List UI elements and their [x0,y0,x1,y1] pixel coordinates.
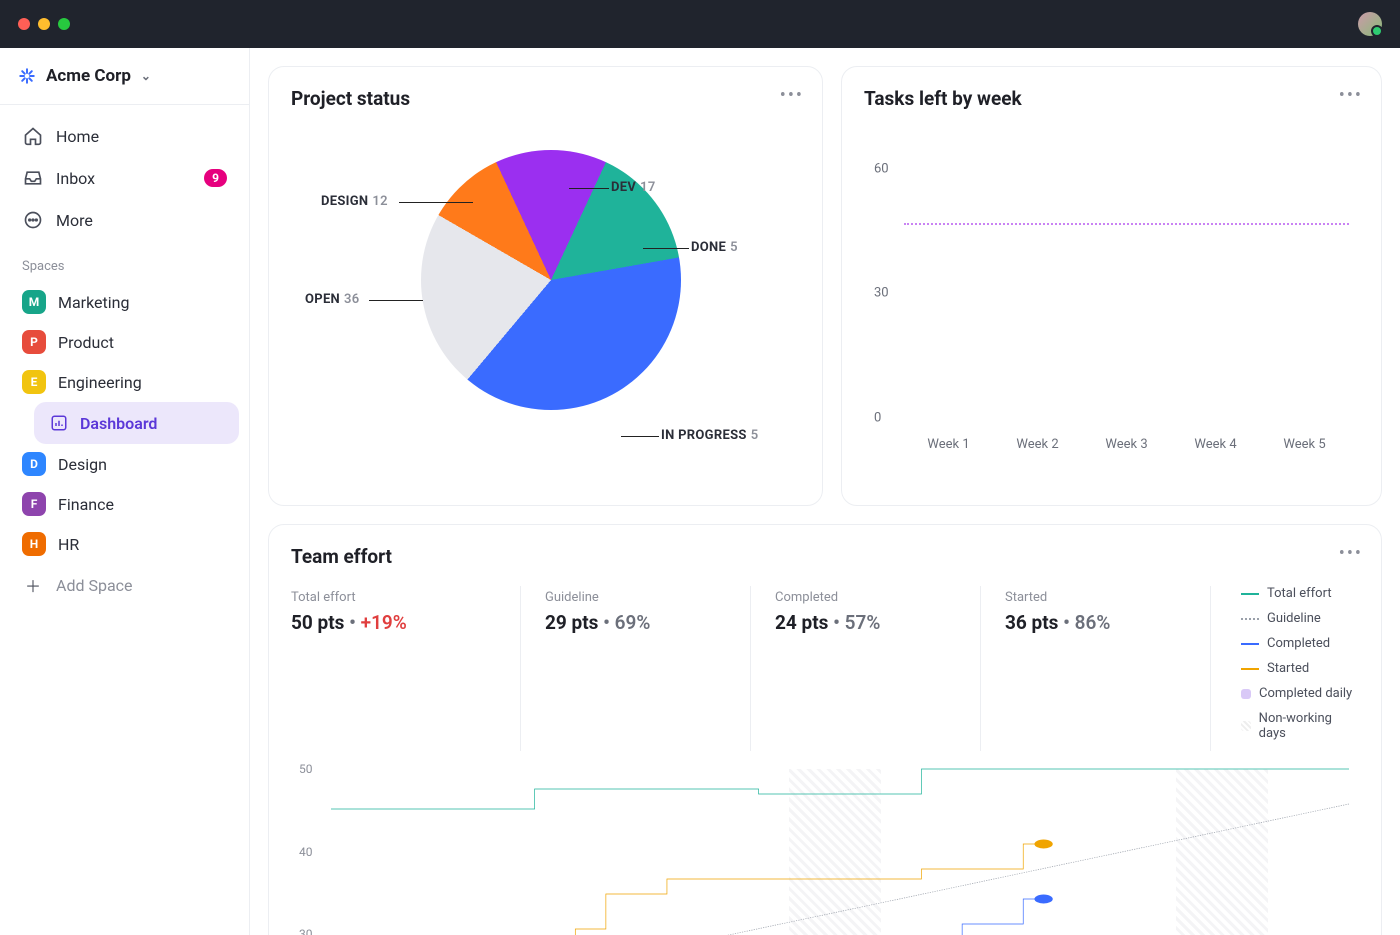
nav-more-label: More [56,211,93,230]
legend-item: Non-working days [1259,711,1359,741]
sidebar-subitem-dashboard[interactable]: Dashboard [34,402,239,444]
metric-completed: Completed 24 pts • 57% [751,586,981,751]
metric-delta: +19% [361,611,407,634]
space-label: Product [58,333,114,352]
legend-item: Completed [1267,636,1330,651]
workspace-name: Acme Corp [46,66,131,86]
y-tick: 0 [874,411,881,426]
dashboard-icon [48,412,70,434]
space-avatar: E [22,370,46,394]
card-more-button[interactable]: ••• [1339,543,1363,564]
chevron-down-icon: ⌄ [141,69,151,83]
effort-line-chart: 50 40 30 20 [291,769,1359,935]
space-avatar: P [22,330,46,354]
pie-label-done: DONE5 [691,240,738,255]
space-label: Design [58,455,107,474]
y-tick: 30 [874,286,889,301]
sidebar-item-marketing[interactable]: M Marketing [10,282,239,322]
card-more-button[interactable]: ••• [780,85,804,106]
space-avatar: F [22,492,46,516]
sidebar-item-hr[interactable]: H HR [10,524,239,564]
metric-started: Started 36 pts • 86% [981,586,1211,751]
card-more-button[interactable]: ••• [1339,85,1363,106]
y-tick: 30 [299,927,313,935]
sidebar-item-engineering[interactable]: E Engineering [10,362,239,402]
nav-inbox[interactable]: Inbox 9 [10,157,239,199]
metric-label: Guideline [545,590,726,605]
card-team-effort: Team effort ••• Total effort 50 pts • +1… [268,524,1382,935]
more-icon [22,209,44,231]
legend-item: Completed daily [1259,686,1352,701]
titlebar [0,0,1400,48]
y-tick: 50 [299,762,313,776]
y-tick: 40 [299,845,313,859]
maximize-window-icon[interactable] [58,18,70,30]
home-icon [22,125,44,147]
workspace-switcher[interactable]: Acme Corp ⌄ [0,48,249,105]
sidebar-subitem-label: Dashboard [80,414,157,433]
metric-value: 29 pts [545,611,598,634]
legend-item: Guideline [1267,611,1321,626]
y-tick: 60 [874,161,889,176]
metric-label: Completed [775,590,956,605]
space-avatar: H [22,532,46,556]
pie-chart: DEV17 DONE5 IN PROGRESS5 DESIGN12 OPEN36 [291,110,800,470]
nav-more[interactable]: More [10,199,239,241]
space-label: Marketing [58,293,129,312]
space-label: Engineering [58,373,142,392]
metric-guideline: Guideline 29 pts • 69% [521,586,751,751]
window-controls [18,18,70,30]
metric-sub: 57% [845,611,881,634]
minimize-window-icon[interactable] [38,18,50,30]
user-avatar[interactable] [1358,12,1382,36]
inbox-icon [22,167,44,189]
sidebar: Acme Corp ⌄ Home Inbox 9 More Spaces M M… [0,48,250,935]
metric-value: 36 pts [1005,611,1058,634]
sidebar-item-product[interactable]: P Product [10,322,239,362]
legend-item: Started [1267,661,1309,676]
pie-label-dev: DEV17 [611,180,656,195]
card-title: Project status [291,87,800,110]
workspace-logo-icon [18,67,36,85]
space-avatar: D [22,452,46,476]
main-content: Project status ••• DEV17 DONE5 IN PROGRE… [250,48,1400,935]
effort-legend: Total effort Guideline Completed Started… [1211,586,1359,751]
metric-value: 50 pts [291,611,344,634]
metric-total-effort: Total effort 50 pts • +19% [291,586,521,751]
space-label: Finance [58,495,114,514]
sidebar-item-design[interactable]: D Design [10,444,239,484]
nav-home-label: Home [56,127,99,146]
space-avatar: M [22,290,46,314]
legend-item: Total effort [1267,586,1332,601]
pie-label-open: OPEN36 [305,292,360,307]
card-title: Team effort [291,545,1359,568]
nav-inbox-label: Inbox [56,169,95,188]
metric-label: Total effort [291,590,496,605]
inbox-count-badge: 9 [204,169,227,187]
sidebar-item-finance[interactable]: F Finance [10,484,239,524]
space-label: HR [58,535,79,554]
close-window-icon[interactable] [18,18,30,30]
card-project-status: Project status ••• DEV17 DONE5 IN PROGRE… [268,66,823,506]
metric-sub: 69% [615,611,651,634]
card-title: Tasks left by week [864,87,1359,110]
bar-chart: 0 30 60 Week 1Week 2Week 3Week 4Week 5 [864,128,1359,458]
metric-sub: 86% [1075,611,1111,634]
metric-value: 24 pts [775,611,828,634]
card-tasks-by-week: Tasks left by week ••• 0 30 60 Week 1Wee… [841,66,1382,506]
pie-label-inprogress: IN PROGRESS5 [661,428,758,443]
spaces-section-label: Spaces [10,241,239,282]
add-space-label: Add Space [56,576,133,595]
pie-label-design: DESIGN12 [321,194,388,209]
metric-label: Started [1005,590,1186,605]
add-space-button[interactable]: ＋ Add Space [10,564,239,606]
plus-icon: ＋ [22,574,44,596]
nav-home[interactable]: Home [10,115,239,157]
